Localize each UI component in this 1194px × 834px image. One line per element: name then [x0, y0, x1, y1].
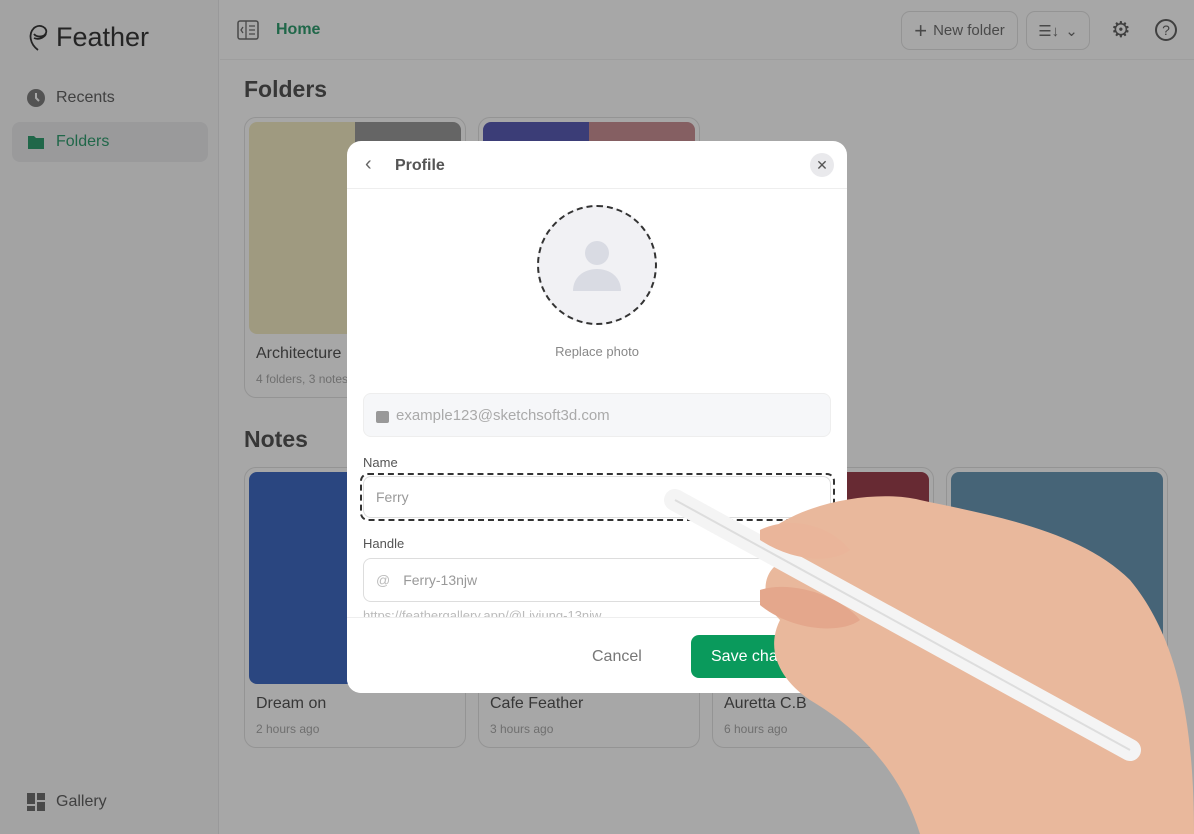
avatar-upload[interactable] [537, 205, 657, 325]
close-button[interactable]: ✕ [810, 153, 834, 177]
user-icon [573, 241, 621, 291]
cancel-button[interactable]: Cancel [592, 648, 642, 666]
hand-with-stylus [664, 489, 1194, 834]
back-icon[interactable]: ‹ [365, 153, 372, 176]
dialog-header: ‹ Profile ✕ [347, 141, 847, 189]
replace-photo-link[interactable]: Replace photo [347, 344, 847, 359]
email-field: example123@sketchsoft3d.com [363, 393, 831, 437]
lock-icon [376, 411, 389, 423]
